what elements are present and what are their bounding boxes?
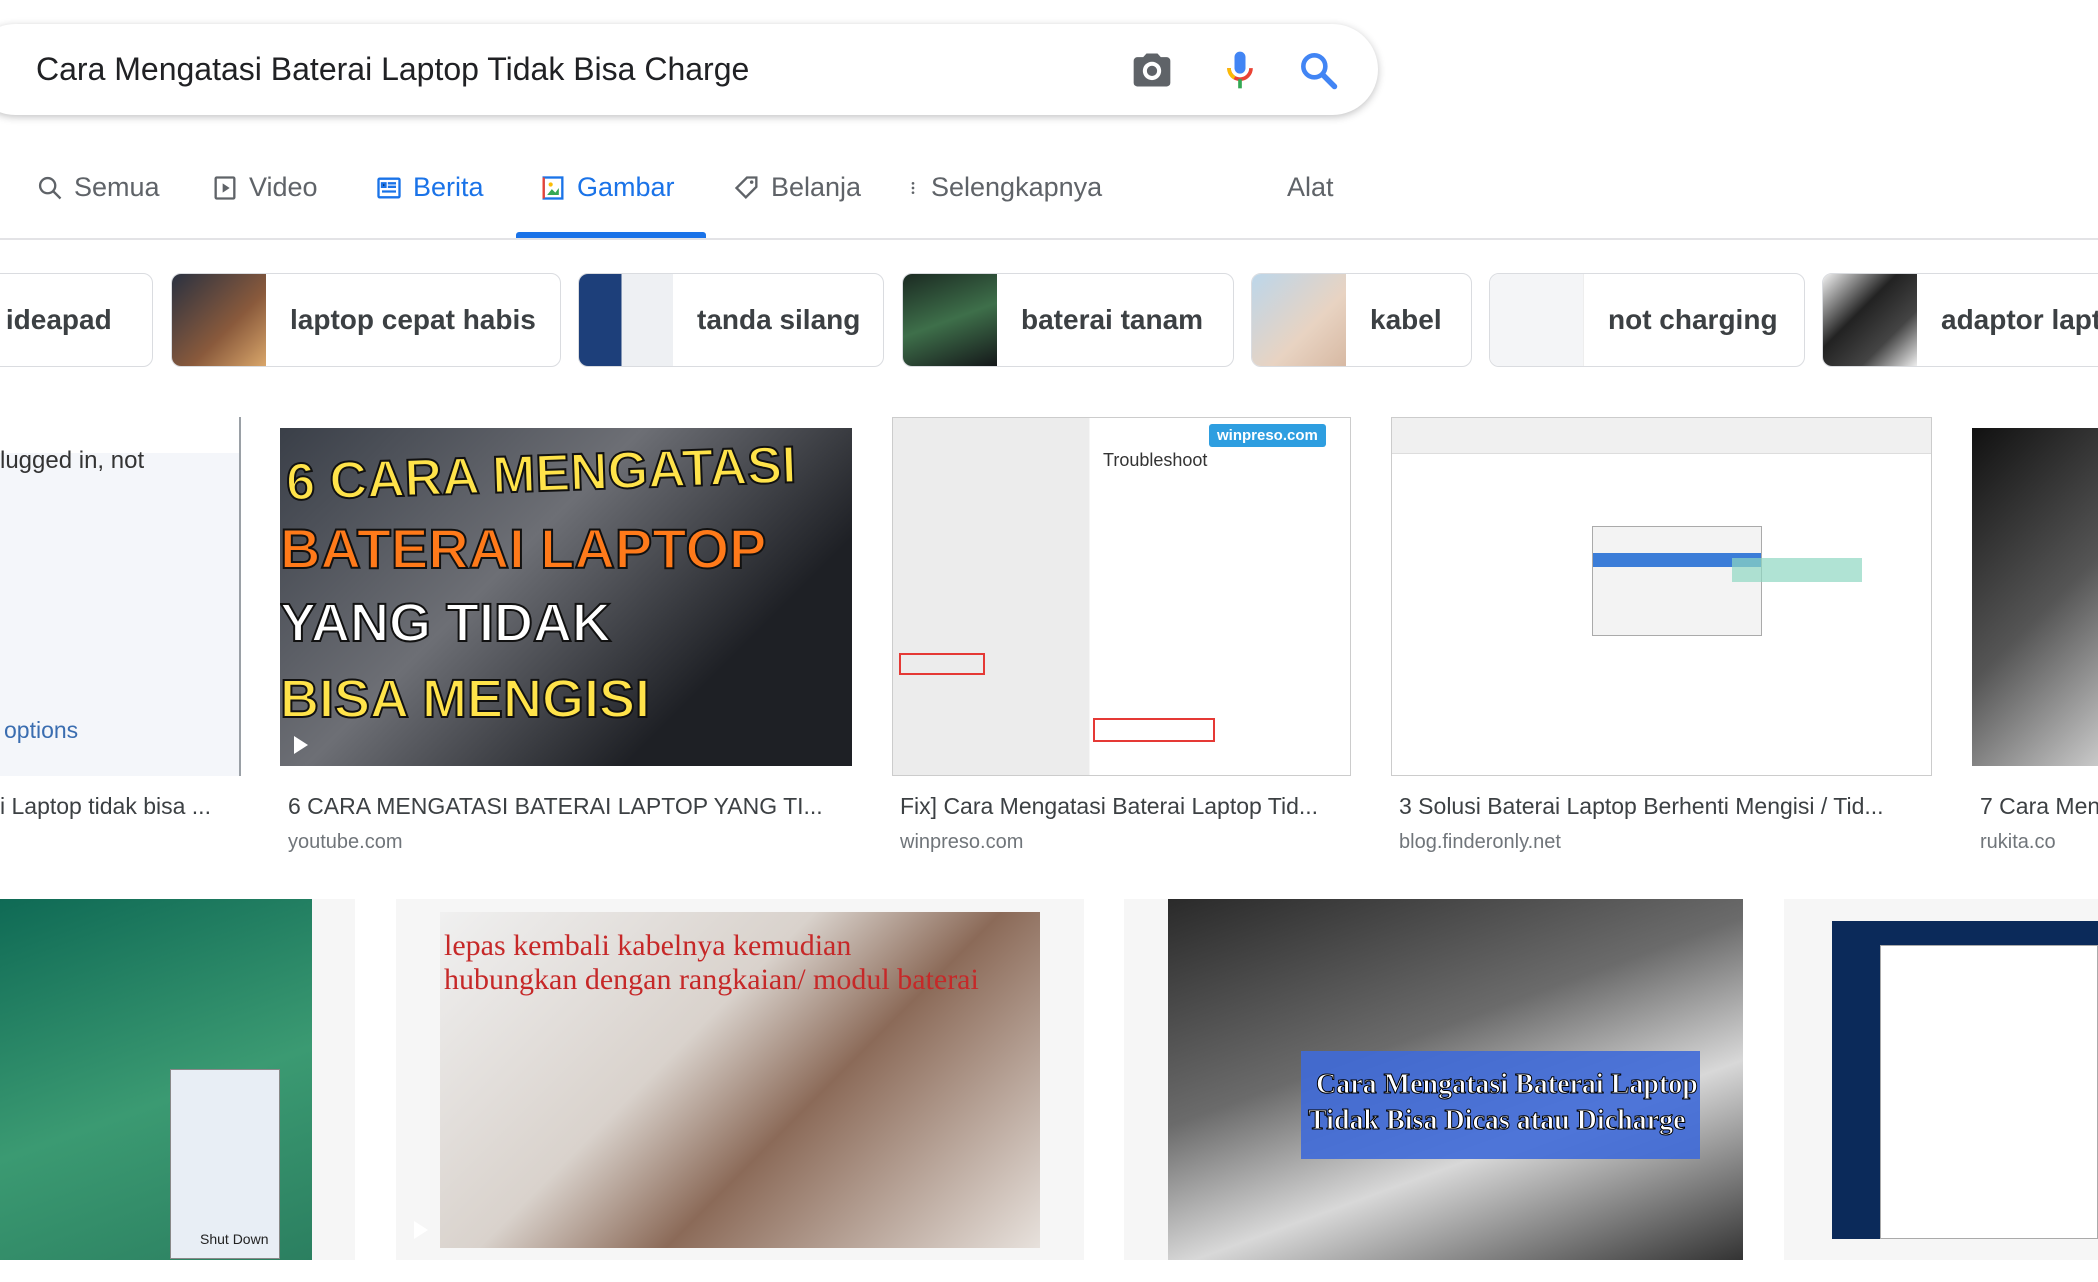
tab-belanja[interactable]: Belanja bbox=[733, 172, 861, 203]
tag-icon bbox=[734, 175, 758, 199]
chip[interactable]: not charging bbox=[1489, 273, 1805, 367]
result-source[interactable]: rukita.co bbox=[1980, 831, 2056, 854]
chip-label: baterai tanam bbox=[1021, 304, 1204, 335]
chip-label: not charging bbox=[1608, 304, 1778, 335]
image-result[interactable]: Shut Down bbox=[0, 899, 355, 1260]
result-title[interactable]: 7 Cara Men bbox=[1980, 793, 2098, 820]
tab-label: Semua bbox=[74, 172, 160, 202]
tab-label: Video bbox=[249, 172, 318, 202]
chip[interactable]: tanda silang bbox=[578, 273, 884, 367]
thumbnail-text: lugged in, not bbox=[0, 447, 145, 474]
chip-label: tanda silang bbox=[697, 304, 861, 335]
image-result[interactable]: 6 CARA MENGATASI BATERAI LAPTOP YANG TID… bbox=[280, 428, 852, 766]
result-source[interactable]: blog.finderonly.net bbox=[1399, 831, 1561, 854]
chip-thumbnail bbox=[172, 274, 266, 366]
image-result[interactable]: Troubleshoot winpreso.com bbox=[892, 417, 1351, 776]
thumbnail-text: Shut Down bbox=[200, 1231, 269, 1247]
tab-selengkapnya[interactable]: Selengkapnya bbox=[905, 172, 1102, 203]
image-result[interactable]: lepas kembali kabelnya kemudian hubungka… bbox=[396, 899, 1084, 1260]
news-icon bbox=[377, 177, 401, 198]
tab-semua[interactable]: Semua bbox=[36, 172, 160, 203]
chip-label: adaptor lapt bbox=[1941, 304, 2098, 335]
tab-video[interactable]: Video bbox=[211, 172, 318, 203]
camera-icon[interactable] bbox=[1130, 48, 1174, 92]
thumbnail-text: hubungkan dengan rangkaian/ modul batera… bbox=[444, 963, 979, 996]
result-source[interactable]: youtube.com bbox=[288, 831, 403, 854]
image-icon bbox=[542, 175, 564, 200]
tab-label: Berita bbox=[413, 172, 484, 202]
microphone-icon[interactable] bbox=[1218, 48, 1262, 92]
chip[interactable]: o ideapad bbox=[0, 273, 153, 367]
chip[interactable]: baterai tanam bbox=[902, 273, 1234, 367]
chip-thumbnail bbox=[903, 274, 997, 366]
image-result[interactable] bbox=[1972, 428, 2098, 766]
search-input[interactable]: Cara Mengatasi Baterai Laptop Tidak Bisa… bbox=[36, 51, 749, 88]
thumbnail-text: lepas kembali kabelnya kemudian bbox=[444, 929, 852, 962]
thumbnail-text: options bbox=[4, 717, 79, 743]
chip[interactable]: adaptor lapt bbox=[1822, 273, 2098, 367]
chip-thumbnail bbox=[579, 274, 673, 366]
chip[interactable]: kabel bbox=[1251, 273, 1472, 367]
result-title[interactable]: 3 Solusi Baterai Laptop Berhenti Mengisi… bbox=[1399, 793, 1932, 820]
result-title[interactable]: i Laptop tidak bisa ... bbox=[0, 793, 241, 820]
tools-button[interactable]: Alat bbox=[1287, 172, 1334, 203]
image-result[interactable] bbox=[1391, 417, 1932, 776]
video-icon bbox=[214, 175, 236, 200]
thumbnail-text: BATERAI LAPTOP bbox=[280, 516, 767, 581]
tab-label: Belanja bbox=[771, 172, 862, 202]
chip-thumbnail bbox=[1490, 274, 1584, 366]
result-title[interactable]: Fix] Cara Mengatasi Baterai Laptop Tid..… bbox=[900, 793, 1351, 820]
tab-label: Selengkapnya bbox=[931, 172, 1103, 202]
chip-thumbnail bbox=[1823, 274, 1917, 366]
search-box[interactable]: Cara Mengatasi Baterai Laptop Tidak Bisa… bbox=[0, 24, 1378, 115]
chip-label: o ideapad bbox=[0, 304, 112, 335]
thumbnail-text: BISA MENGISI bbox=[280, 668, 651, 730]
thumbnail-text: Tidak Bisa Dicas atau Dicharge bbox=[1308, 1105, 1687, 1137]
thumbnail-text: winpreso.com bbox=[1209, 424, 1326, 447]
tab-gambar[interactable]: Gambar bbox=[539, 172, 675, 203]
thumbnail-text: 6 CARA MENGATASI bbox=[284, 435, 798, 513]
active-tab-indicator bbox=[516, 232, 706, 238]
search-tabs: Semua Video Berita Gambar Belanja Seleng… bbox=[0, 160, 2098, 240]
chip-thumbnail bbox=[1252, 274, 1346, 366]
tab-label: Gambar bbox=[577, 172, 675, 202]
search-icon bbox=[38, 176, 62, 199]
tab-berita[interactable]: Berita bbox=[375, 172, 484, 203]
result-source[interactable]: winpreso.com bbox=[900, 831, 1023, 854]
play-icon bbox=[414, 1221, 428, 1239]
chip-label: laptop cepat habis bbox=[290, 304, 536, 335]
image-result[interactable]: lugged in, not options bbox=[0, 417, 241, 776]
image-result[interactable] bbox=[1784, 899, 2098, 1260]
search-icon[interactable] bbox=[1296, 48, 1340, 92]
thumbnail-text: Cara Mengatasi Baterai Laptop bbox=[1316, 1069, 1699, 1101]
thumbnail-text: YANG TIDAK bbox=[280, 592, 612, 654]
chip-label: kabel bbox=[1370, 304, 1442, 335]
more-vert-icon bbox=[911, 181, 915, 194]
image-result[interactable]: Cara Mengatasi Baterai Laptop Tidak Bisa… bbox=[1124, 899, 1743, 1260]
play-icon bbox=[294, 736, 308, 754]
thumbnail-text: Troubleshoot bbox=[1103, 450, 1208, 470]
chip[interactable]: laptop cepat habis bbox=[171, 273, 561, 367]
result-title[interactable]: 6 CARA MENGATASI BATERAI LAPTOP YANG TI.… bbox=[288, 793, 852, 820]
